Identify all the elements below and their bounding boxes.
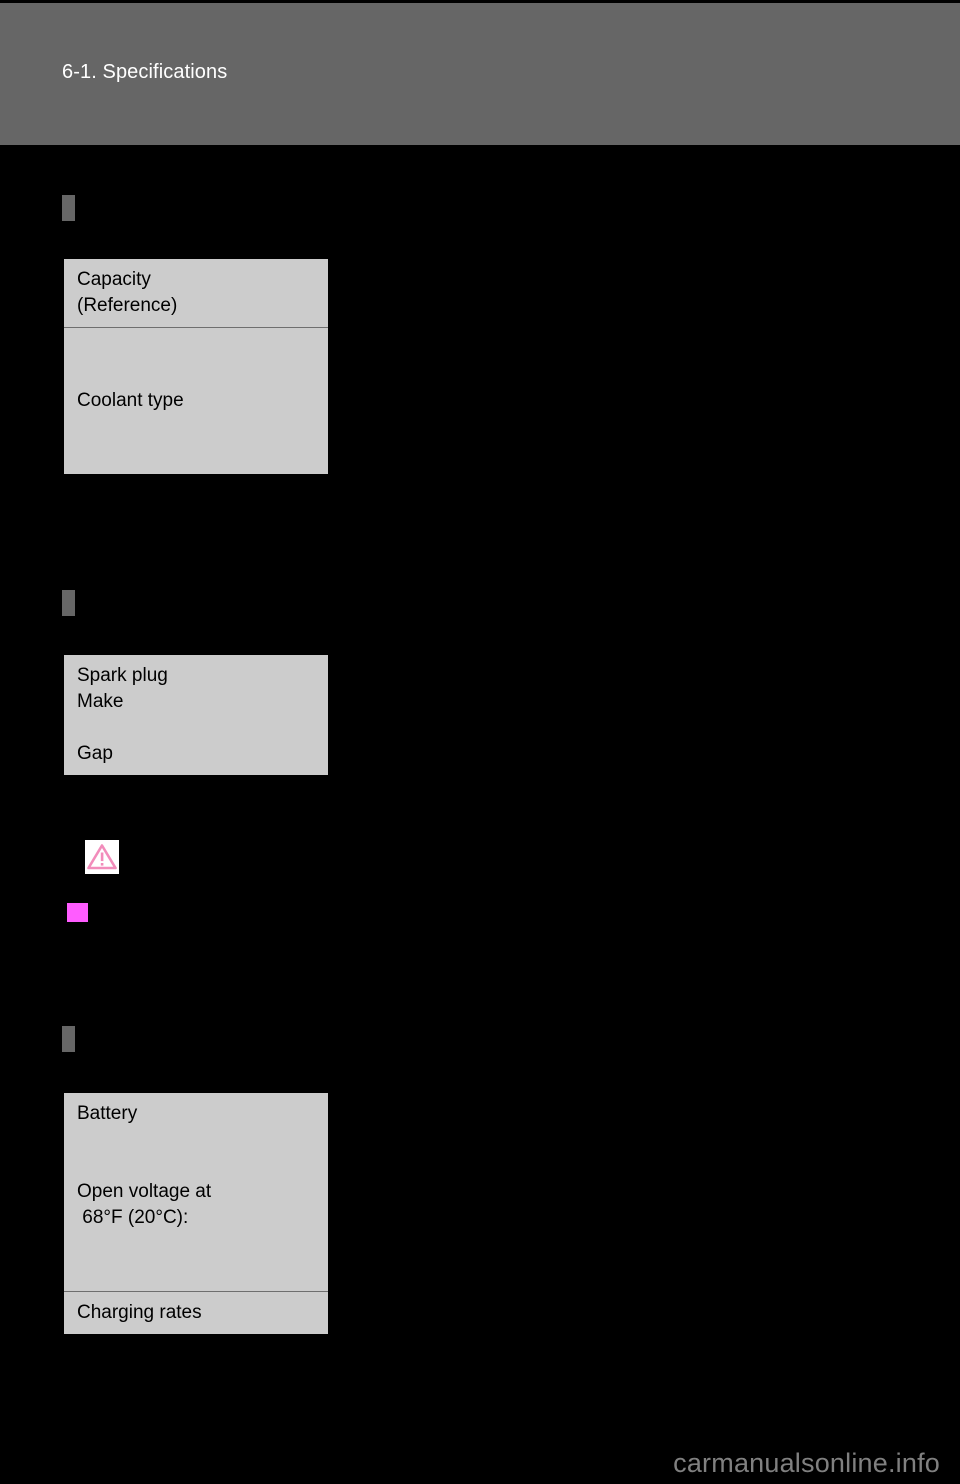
site-watermark: carmanualsonline.info [673, 1448, 940, 1478]
battery-table: Battery Open voltage at 68°F (20°C): Cha… [62, 1091, 330, 1336]
table-row: Charging rates [64, 1292, 328, 1334]
cell-spacer [77, 362, 328, 388]
cell-text: Spark plug [77, 665, 168, 686]
section-marker-battery [62, 1026, 75, 1052]
spark-plug-table: Spark plug Make Gap [62, 653, 330, 777]
cell-spacer [77, 414, 328, 440]
caution-marker [67, 903, 88, 922]
cell-text: Open voltage at [77, 1181, 212, 1202]
page-title: 6-1. Specifications [62, 61, 228, 83]
section-marker-spark-plugs [62, 590, 75, 616]
cell-text: Battery [77, 1103, 138, 1124]
warning-triangle-icon [85, 840, 119, 874]
cell-spacer [77, 1127, 328, 1153]
manual-page: 6-1. Specifications Capacity (Reference)… [0, 0, 960, 1484]
cell-text: Capacity [77, 269, 151, 290]
cell-spacer [77, 440, 328, 466]
cell-spacer [77, 336, 328, 362]
cell-text: Charging rates [77, 1302, 202, 1323]
cell-text: Gap [77, 743, 113, 764]
cell-spacer [77, 1231, 328, 1257]
cell-spacer [77, 715, 328, 741]
table-row: Battery Open voltage at 68°F (20°C): [64, 1093, 328, 1292]
table-row: Capacity (Reference) [64, 259, 328, 328]
section-marker-cooling-system [62, 195, 75, 221]
cell-spacer [77, 1257, 328, 1283]
cell-spacer [77, 1153, 328, 1179]
cell-text: (Reference) [77, 295, 178, 316]
cooling-system-table: Capacity (Reference) Coolant type [62, 257, 330, 476]
table-row: Coolant type [64, 328, 328, 474]
table-row: Spark plug Make Gap [64, 655, 328, 775]
cell-text: Coolant type [77, 390, 184, 411]
cell-text: Make [77, 691, 124, 712]
cell-text: 68°F (20°C): [77, 1207, 189, 1228]
page-header-band: 6-1. Specifications [0, 3, 960, 145]
